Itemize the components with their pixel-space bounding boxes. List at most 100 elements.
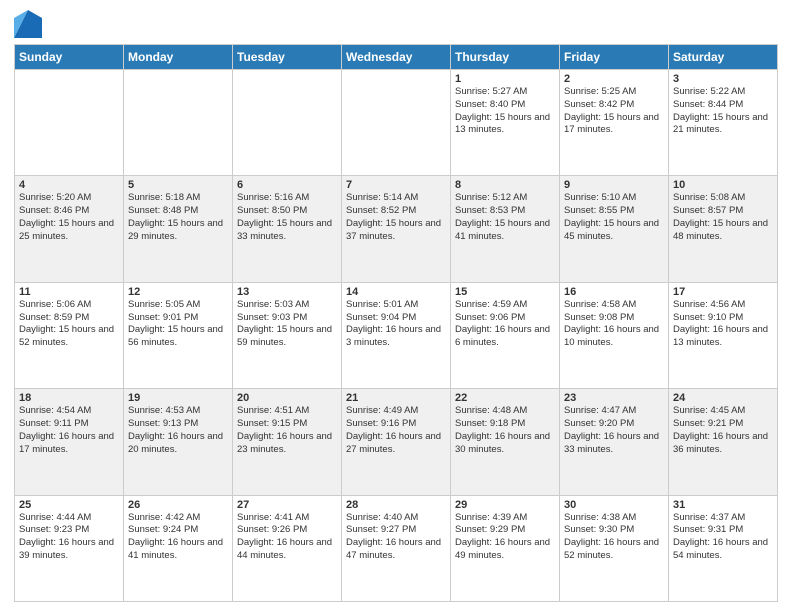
day-number: 15	[455, 286, 555, 298]
logo-icon	[14, 10, 42, 38]
day-info: Sunrise: 5:05 AM Sunset: 9:01 PM Dayligh…	[128, 299, 228, 350]
day-number: 11	[19, 286, 119, 298]
calendar-cell: 1Sunrise: 5:27 AM Sunset: 8:40 PM Daylig…	[451, 70, 560, 176]
day-info: Sunrise: 5:01 AM Sunset: 9:04 PM Dayligh…	[346, 299, 446, 350]
day-number: 27	[237, 499, 337, 511]
calendar-header-friday: Friday	[560, 45, 669, 70]
day-number: 13	[237, 286, 337, 298]
calendar-cell: 25Sunrise: 4:44 AM Sunset: 9:23 PM Dayli…	[15, 495, 124, 601]
calendar-week-5: 25Sunrise: 4:44 AM Sunset: 9:23 PM Dayli…	[15, 495, 778, 601]
day-info: Sunrise: 5:27 AM Sunset: 8:40 PM Dayligh…	[455, 86, 555, 137]
day-info: Sunrise: 5:03 AM Sunset: 9:03 PM Dayligh…	[237, 299, 337, 350]
day-info: Sunrise: 5:14 AM Sunset: 8:52 PM Dayligh…	[346, 192, 446, 243]
day-number: 30	[564, 499, 664, 511]
calendar-cell: 19Sunrise: 4:53 AM Sunset: 9:13 PM Dayli…	[124, 389, 233, 495]
calendar-cell: 20Sunrise: 4:51 AM Sunset: 9:15 PM Dayli…	[233, 389, 342, 495]
day-number: 16	[564, 286, 664, 298]
calendar-cell: 5Sunrise: 5:18 AM Sunset: 8:48 PM Daylig…	[124, 176, 233, 282]
day-info: Sunrise: 4:56 AM Sunset: 9:10 PM Dayligh…	[673, 299, 773, 350]
calendar-cell: 9Sunrise: 5:10 AM Sunset: 8:55 PM Daylig…	[560, 176, 669, 282]
calendar-cell: 4Sunrise: 5:20 AM Sunset: 8:46 PM Daylig…	[15, 176, 124, 282]
day-number: 4	[19, 179, 119, 191]
day-info: Sunrise: 4:45 AM Sunset: 9:21 PM Dayligh…	[673, 405, 773, 456]
calendar-cell	[233, 70, 342, 176]
calendar-cell: 31Sunrise: 4:37 AM Sunset: 9:31 PM Dayli…	[669, 495, 778, 601]
calendar-cell: 22Sunrise: 4:48 AM Sunset: 9:18 PM Dayli…	[451, 389, 560, 495]
day-number: 21	[346, 392, 446, 404]
day-info: Sunrise: 4:53 AM Sunset: 9:13 PM Dayligh…	[128, 405, 228, 456]
calendar-cell: 12Sunrise: 5:05 AM Sunset: 9:01 PM Dayli…	[124, 282, 233, 388]
day-info: Sunrise: 4:40 AM Sunset: 9:27 PM Dayligh…	[346, 512, 446, 563]
day-number: 19	[128, 392, 228, 404]
calendar-cell: 2Sunrise: 5:25 AM Sunset: 8:42 PM Daylig…	[560, 70, 669, 176]
day-info: Sunrise: 4:38 AM Sunset: 9:30 PM Dayligh…	[564, 512, 664, 563]
day-info: Sunrise: 4:39 AM Sunset: 9:29 PM Dayligh…	[455, 512, 555, 563]
calendar-cell: 3Sunrise: 5:22 AM Sunset: 8:44 PM Daylig…	[669, 70, 778, 176]
day-info: Sunrise: 5:25 AM Sunset: 8:42 PM Dayligh…	[564, 86, 664, 137]
day-info: Sunrise: 5:20 AM Sunset: 8:46 PM Dayligh…	[19, 192, 119, 243]
day-number: 5	[128, 179, 228, 191]
calendar-cell: 15Sunrise: 4:59 AM Sunset: 9:06 PM Dayli…	[451, 282, 560, 388]
day-info: Sunrise: 5:12 AM Sunset: 8:53 PM Dayligh…	[455, 192, 555, 243]
day-info: Sunrise: 4:37 AM Sunset: 9:31 PM Dayligh…	[673, 512, 773, 563]
day-number: 8	[455, 179, 555, 191]
day-number: 23	[564, 392, 664, 404]
day-number: 6	[237, 179, 337, 191]
calendar-week-1: 1Sunrise: 5:27 AM Sunset: 8:40 PM Daylig…	[15, 70, 778, 176]
day-number: 31	[673, 499, 773, 511]
calendar-cell: 18Sunrise: 4:54 AM Sunset: 9:11 PM Dayli…	[15, 389, 124, 495]
calendar-header-thursday: Thursday	[451, 45, 560, 70]
logo	[14, 10, 46, 38]
day-number: 2	[564, 73, 664, 85]
calendar-cell: 6Sunrise: 5:16 AM Sunset: 8:50 PM Daylig…	[233, 176, 342, 282]
day-info: Sunrise: 4:58 AM Sunset: 9:08 PM Dayligh…	[564, 299, 664, 350]
day-number: 29	[455, 499, 555, 511]
day-number: 1	[455, 73, 555, 85]
calendar-cell: 23Sunrise: 4:47 AM Sunset: 9:20 PM Dayli…	[560, 389, 669, 495]
day-info: Sunrise: 4:47 AM Sunset: 9:20 PM Dayligh…	[564, 405, 664, 456]
day-info: Sunrise: 5:08 AM Sunset: 8:57 PM Dayligh…	[673, 192, 773, 243]
day-info: Sunrise: 5:06 AM Sunset: 8:59 PM Dayligh…	[19, 299, 119, 350]
calendar-header-tuesday: Tuesday	[233, 45, 342, 70]
day-info: Sunrise: 4:59 AM Sunset: 9:06 PM Dayligh…	[455, 299, 555, 350]
calendar-week-4: 18Sunrise: 4:54 AM Sunset: 9:11 PM Dayli…	[15, 389, 778, 495]
day-number: 22	[455, 392, 555, 404]
day-number: 20	[237, 392, 337, 404]
day-number: 7	[346, 179, 446, 191]
calendar-cell: 26Sunrise: 4:42 AM Sunset: 9:24 PM Dayli…	[124, 495, 233, 601]
calendar-header-saturday: Saturday	[669, 45, 778, 70]
day-number: 10	[673, 179, 773, 191]
calendar-cell: 28Sunrise: 4:40 AM Sunset: 9:27 PM Dayli…	[342, 495, 451, 601]
calendar-cell: 17Sunrise: 4:56 AM Sunset: 9:10 PM Dayli…	[669, 282, 778, 388]
day-number: 17	[673, 286, 773, 298]
header	[14, 10, 778, 38]
page: SundayMondayTuesdayWednesdayThursdayFrid…	[0, 0, 792, 612]
calendar-cell: 30Sunrise: 4:38 AM Sunset: 9:30 PM Dayli…	[560, 495, 669, 601]
day-number: 3	[673, 73, 773, 85]
calendar-cell	[342, 70, 451, 176]
calendar-week-3: 11Sunrise: 5:06 AM Sunset: 8:59 PM Dayli…	[15, 282, 778, 388]
day-info: Sunrise: 4:41 AM Sunset: 9:26 PM Dayligh…	[237, 512, 337, 563]
day-number: 12	[128, 286, 228, 298]
calendar-cell: 11Sunrise: 5:06 AM Sunset: 8:59 PM Dayli…	[15, 282, 124, 388]
day-info: Sunrise: 5:16 AM Sunset: 8:50 PM Dayligh…	[237, 192, 337, 243]
day-number: 18	[19, 392, 119, 404]
calendar-cell: 8Sunrise: 5:12 AM Sunset: 8:53 PM Daylig…	[451, 176, 560, 282]
calendar-cell: 7Sunrise: 5:14 AM Sunset: 8:52 PM Daylig…	[342, 176, 451, 282]
calendar-cell: 29Sunrise: 4:39 AM Sunset: 9:29 PM Dayli…	[451, 495, 560, 601]
calendar-cell: 21Sunrise: 4:49 AM Sunset: 9:16 PM Dayli…	[342, 389, 451, 495]
calendar-table: SundayMondayTuesdayWednesdayThursdayFrid…	[14, 44, 778, 602]
calendar-header-monday: Monday	[124, 45, 233, 70]
calendar-cell: 16Sunrise: 4:58 AM Sunset: 9:08 PM Dayli…	[560, 282, 669, 388]
day-info: Sunrise: 4:49 AM Sunset: 9:16 PM Dayligh…	[346, 405, 446, 456]
calendar-cell: 10Sunrise: 5:08 AM Sunset: 8:57 PM Dayli…	[669, 176, 778, 282]
calendar-cell: 14Sunrise: 5:01 AM Sunset: 9:04 PM Dayli…	[342, 282, 451, 388]
calendar-header-sunday: Sunday	[15, 45, 124, 70]
day-info: Sunrise: 5:22 AM Sunset: 8:44 PM Dayligh…	[673, 86, 773, 137]
calendar-cell: 13Sunrise: 5:03 AM Sunset: 9:03 PM Dayli…	[233, 282, 342, 388]
day-number: 28	[346, 499, 446, 511]
day-info: Sunrise: 4:48 AM Sunset: 9:18 PM Dayligh…	[455, 405, 555, 456]
calendar-cell: 27Sunrise: 4:41 AM Sunset: 9:26 PM Dayli…	[233, 495, 342, 601]
calendar-header-row: SundayMondayTuesdayWednesdayThursdayFrid…	[15, 45, 778, 70]
day-number: 9	[564, 179, 664, 191]
